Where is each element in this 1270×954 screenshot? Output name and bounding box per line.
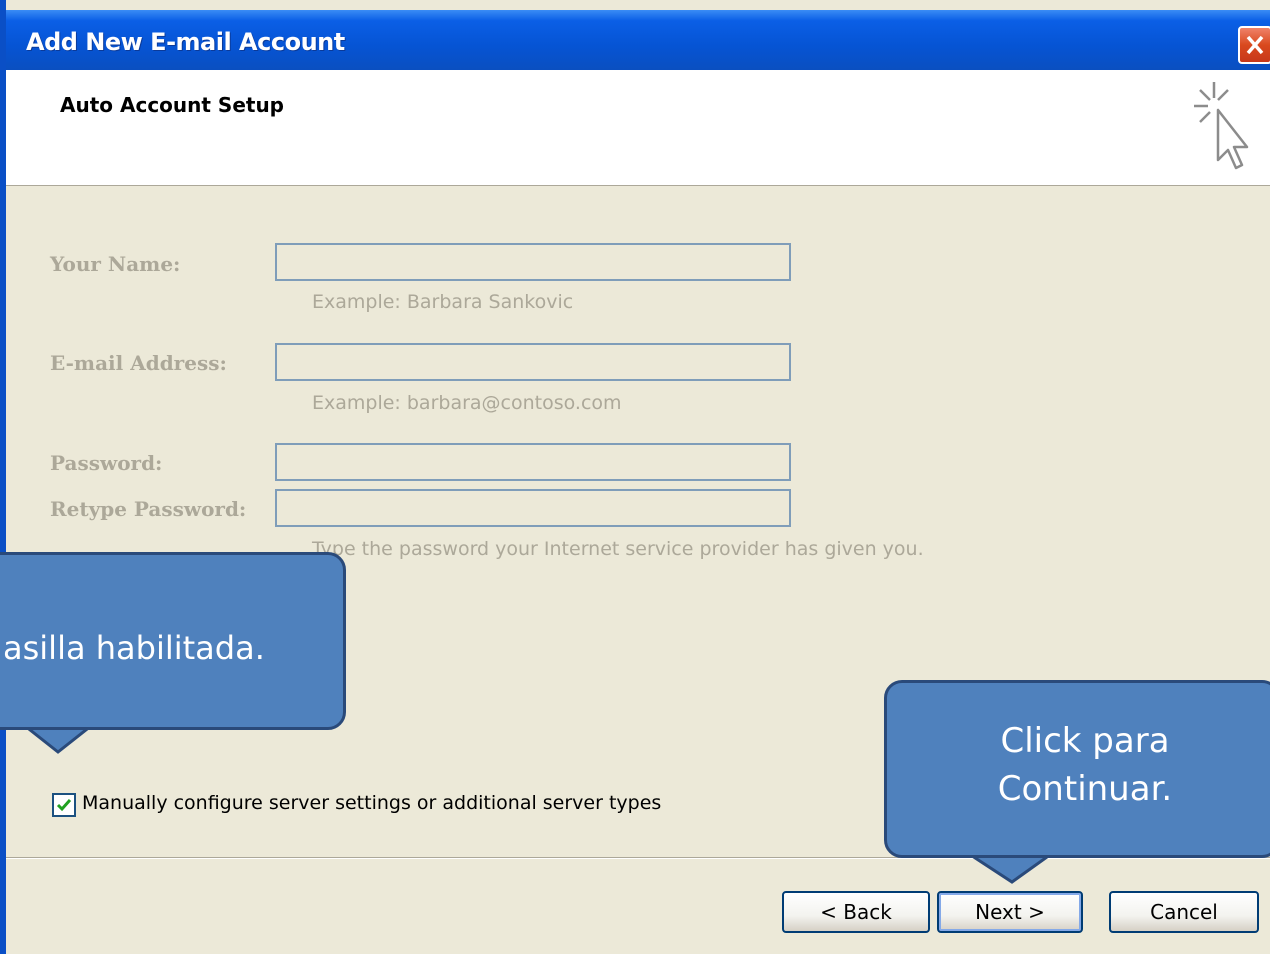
right-callout-line2: Continuar. bbox=[997, 769, 1173, 809]
retype-password-field[interactable] bbox=[275, 489, 791, 527]
window-title: Add New E-mail Account bbox=[26, 28, 345, 56]
back-button[interactable]: < Back bbox=[782, 891, 930, 933]
manual-config-label[interactable]: Manually configure server settings or ad… bbox=[82, 792, 661, 814]
password-hint: Type the password your Internet service … bbox=[312, 538, 924, 560]
right-callout: Click para Continuar. bbox=[884, 680, 1270, 858]
page-title: Auto Account Setup bbox=[60, 93, 284, 117]
retype-password-label: Retype Password: bbox=[50, 497, 247, 521]
email-example: Example: barbara@contoso.com bbox=[312, 392, 622, 414]
your-name-label: Your Name: bbox=[50, 252, 181, 276]
your-name-example: Example: Barbara Sankovic bbox=[312, 291, 574, 313]
password-field[interactable] bbox=[275, 443, 791, 481]
password-label: Password: bbox=[50, 451, 163, 475]
next-button[interactable]: Next > bbox=[937, 891, 1083, 933]
your-name-field[interactable] bbox=[275, 243, 791, 281]
email-field[interactable] bbox=[275, 343, 791, 381]
right-callout-line1: Click para bbox=[1000, 721, 1170, 761]
close-icon bbox=[1246, 35, 1264, 55]
cancel-button[interactable]: Cancel bbox=[1109, 891, 1259, 933]
left-callout: asilla habilitada. bbox=[0, 552, 346, 730]
wizard-header: Auto Account Setup bbox=[6, 70, 1270, 186]
sparkle-cursor-icon bbox=[1194, 82, 1249, 170]
left-callout-text: asilla habilitada. bbox=[3, 629, 265, 667]
checkmark-icon bbox=[56, 799, 72, 812]
close-button[interactable] bbox=[1238, 26, 1270, 64]
manual-config-checkbox[interactable] bbox=[52, 793, 76, 817]
email-label: E-mail Address: bbox=[50, 351, 227, 375]
title-bar[interactable]: Add New E-mail Account bbox=[6, 10, 1270, 70]
